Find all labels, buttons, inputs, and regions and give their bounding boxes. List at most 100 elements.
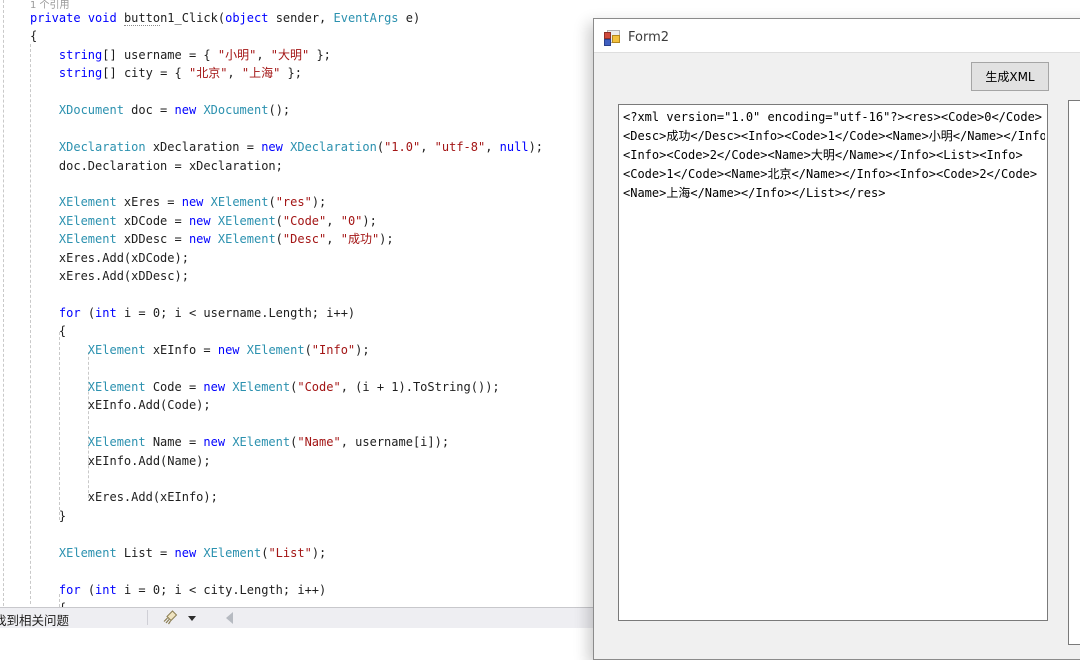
side-textbox-partial[interactable] [1068,100,1080,645]
chevron-down-icon [188,616,196,625]
code-token: XElement [232,435,290,449]
code-token: List = [117,546,175,560]
code-token: (); [268,103,290,117]
code-token: EventArgs [334,11,399,25]
code-token: [] username = { [102,48,218,62]
code-token: XElement [88,380,146,394]
code-token [30,546,59,560]
code-token: { [30,29,37,43]
code-token: ( [81,306,95,320]
clear-messages-button[interactable] [160,609,200,627]
code-token: }; [280,66,302,80]
code-token: , [227,66,241,80]
xml-output-line: <?xml version="1.0" encoding="utf-16"?><… [623,108,1045,127]
code-token: int [95,306,117,320]
code-token: "Info" [312,343,355,357]
code-token: new [175,103,197,117]
code-token: ); [355,343,369,357]
code-token: } [30,509,66,523]
code-token: XDocument [203,103,268,117]
code-token: , username[i]); [341,435,449,449]
code-token: }; [309,48,331,62]
code-token: new [182,195,204,209]
code-token: xEInfo.Add(Code); [30,398,211,412]
code-token: XElement [59,232,117,246]
code-token [30,103,59,117]
code-token: i = 0; i < city.Length; i++) [117,583,327,597]
window-title: Form2 [628,30,669,45]
code-token: , [326,214,340,228]
code-token: XElement [232,380,290,394]
xml-output-line: <Info><Code>2</Code><Name>大明</Name></Inf… [623,146,1045,165]
code-token [211,232,218,246]
code-token [117,11,124,25]
code-token [30,48,59,62]
code-token: XElement [59,546,117,560]
code-token: doc.Declaration = xDeclaration; [30,159,283,173]
code-token: "Code" [283,214,326,228]
form2-titlebar[interactable]: Form2 [594,19,1080,53]
code-token: new [261,140,283,154]
generate-xml-button[interactable]: 生成XML [971,62,1049,91]
code-token: "utf-8" [435,140,486,154]
form2-window: Form2 生成XML <?xml version="1.0" encoding… [593,18,1080,660]
code-token: , [485,140,499,154]
code-token: xEInfo.Add(Name); [30,454,211,468]
code-token: "大明" [271,48,309,62]
code-token: XElement [247,343,305,357]
code-token [30,306,59,320]
xml-output-line: <Code>1</Code><Name>北京</Name></Info><Inf… [623,165,1045,184]
problems-status-text: 找到相关问题 [0,610,69,629]
code-token: Code = [146,380,204,394]
code-token: sender, [268,11,333,25]
code-token: "北京" [189,66,227,80]
code-token: new [203,380,225,394]
code-token: ); [529,140,543,154]
code-token: "Desc" [283,232,326,246]
code-token: ( [276,232,283,246]
code-token: doc = [124,103,175,117]
xml-output-line: <Name>上海</Name></Info></List></res> [623,184,1045,203]
code-token: XDeclaration [290,140,377,154]
code-token [30,140,59,154]
code-token [30,435,88,449]
code-token: xDDesc = [117,232,189,246]
code-token: string [59,48,102,62]
code-token: new [218,343,240,357]
code-token: int [95,583,117,597]
code-token: "0" [341,214,363,228]
code-token: ); [362,214,376,228]
code-token: XElement [211,195,269,209]
code-token: xEres.Add(xDDesc); [30,269,189,283]
code-token: "Code" [297,380,340,394]
code-token: ); [379,232,393,246]
code-token [81,11,88,25]
code-token [30,583,59,597]
code-token: void [88,11,117,25]
code-token: , (i + 1).ToString()); [341,380,500,394]
code-token: ( [305,343,312,357]
code-token: i = 0; i < username.Length; i++) [117,306,355,320]
xml-output-line: <Desc>成功</Desc><Info><Code>1</Code><Name… [623,127,1045,146]
scroll-left-arrow-icon[interactable] [226,612,233,624]
code-token: e) [399,11,421,25]
code-token: { [30,324,66,338]
code-token: ( [81,583,95,597]
code-token: "List" [268,546,311,560]
code-token [30,66,59,80]
code-token: new [189,214,211,228]
code-token: XElement [218,214,276,228]
code-token: Name = [146,435,204,449]
code-token: butto [124,11,160,26]
code-token: new [175,546,197,560]
code-token: xEInfo = [146,343,218,357]
code-token: XElement [218,232,276,246]
code-token: "上海" [242,66,280,80]
code-token: XElement [88,435,146,449]
code-token: xEres.Add(xEInfo); [30,490,218,504]
xml-output-textbox[interactable]: <?xml version="1.0" encoding="utf-16"?><… [618,104,1048,621]
code-token [30,232,59,246]
code-token: "1.0" [384,140,420,154]
code-token: for [59,583,81,597]
code-token: XDocument [59,103,124,117]
